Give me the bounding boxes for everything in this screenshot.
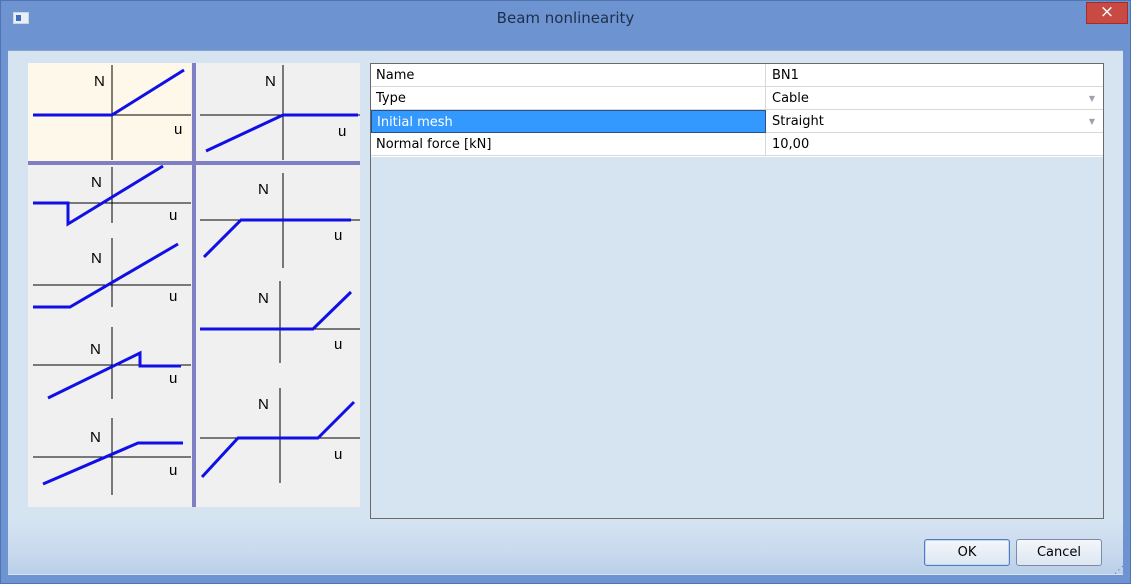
axis-force-label: N [258, 396, 269, 413]
nonlinearity-option-2[interactable]: N u [200, 65, 360, 160]
property-value-name[interactable]: BN1 [766, 64, 1103, 87]
property-value-text: Straight [772, 114, 824, 129]
close-button[interactable]: × [1086, 2, 1128, 24]
close-icon: × [1099, 2, 1115, 22]
axis-disp-label: u [334, 336, 342, 353]
property-grid: Name BN1 Type Cable ▼ Initial mesh Strai… [370, 63, 1104, 519]
property-label: Name [371, 64, 766, 87]
dialog-title: Beam nonlinearity [496, 9, 635, 27]
axis-force-label: N [258, 181, 269, 198]
axis-force-label: N [90, 341, 101, 358]
property-row-initial-mesh[interactable]: Initial mesh Straight ▼ [371, 110, 1103, 134]
property-value-normal-force[interactable]: 10,00 [766, 133, 1103, 156]
property-label: Type [371, 87, 766, 110]
axis-disp-label: u [334, 446, 342, 463]
gallery-selected-cell [28, 63, 191, 162]
property-value-initial-mesh[interactable]: Straight ▼ [766, 110, 1103, 133]
title-bar: Beam nonlinearity × [1, 1, 1130, 35]
nonlinearity-option-8[interactable]: N u [200, 281, 360, 363]
ok-button[interactable]: OK [924, 539, 1010, 566]
property-label: Normal force [kN] [371, 133, 766, 156]
nonlinearity-gallery: N u N u N u N u N u N u N u N u N u [28, 63, 360, 507]
property-value-text: Cable [772, 91, 809, 106]
resize-grip-icon[interactable]: ⋰ [1114, 566, 1126, 578]
axis-disp-label: u [169, 462, 177, 479]
axis-disp-label: u [174, 121, 182, 138]
chevron-down-icon[interactable]: ▼ [1085, 110, 1099, 133]
nonlinearity-option-4[interactable]: N u [33, 238, 191, 309]
nonlinearity-option-7[interactable]: N u [200, 173, 360, 268]
axis-force-label: N [91, 250, 102, 267]
axis-disp-label: u [169, 370, 177, 387]
axis-force-label: N [94, 73, 105, 90]
axis-disp-label: u [338, 123, 346, 140]
property-label: Initial mesh [371, 110, 766, 133]
property-value-type[interactable]: Cable ▼ [766, 87, 1103, 110]
axis-disp-label: u [169, 207, 177, 224]
axis-force-label: N [265, 73, 276, 90]
chevron-down-icon[interactable]: ▼ [1085, 87, 1099, 110]
axis-force-label: N [91, 174, 102, 191]
property-row-normal-force[interactable]: Normal force [kN] 10,00 [371, 133, 1103, 157]
axis-disp-label: u [334, 227, 342, 244]
property-row-name[interactable]: Name BN1 [371, 64, 1103, 88]
gallery-svg: N u N u N u N u N u N u N u N u N u [28, 63, 360, 507]
property-row-type[interactable]: Type Cable ▼ [371, 87, 1103, 111]
axis-force-label: N [258, 290, 269, 307]
cancel-button[interactable]: Cancel [1016, 539, 1102, 566]
nonlinearity-option-6[interactable]: N u [33, 418, 191, 495]
nonlinearity-option-9[interactable]: N u [200, 388, 360, 483]
axis-disp-label: u [169, 288, 177, 305]
axis-force-label: N [90, 429, 101, 446]
nonlinearity-option-3[interactable]: N u [33, 164, 191, 227]
nonlinearity-option-5[interactable]: N u [33, 327, 191, 400]
